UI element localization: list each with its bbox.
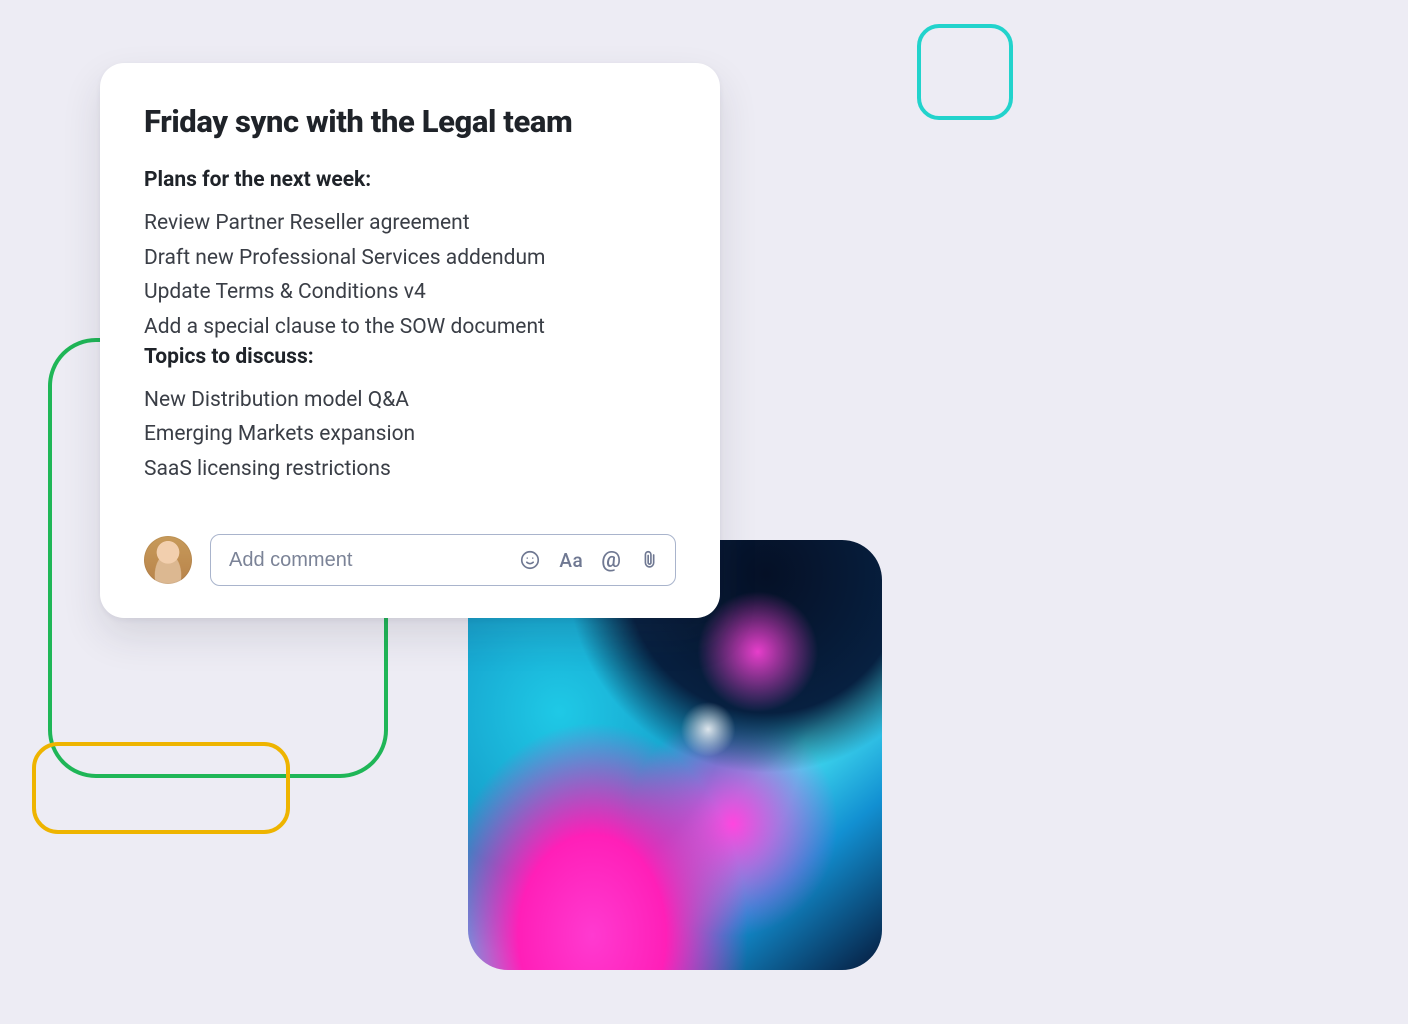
note-section-topics: Topics to discuss: New Distribution mode… [144, 345, 676, 487]
note-section-plans: Plans for the next week: Review Partner … [144, 168, 676, 345]
mention-icon[interactable]: @ [601, 548, 621, 573]
list-item: Add a special clause to the SOW document [144, 310, 676, 345]
list-item: Emerging Markets expansion [144, 417, 676, 452]
avatar [144, 536, 192, 584]
list-item: Draft new Professional Services addendum [144, 241, 676, 276]
comment-box[interactable]: Aa @ [210, 534, 676, 586]
note-list: Review Partner Reseller agreement Draft … [144, 206, 676, 345]
note-list: New Distribution model Q&A Emerging Mark… [144, 383, 676, 487]
decorative-yellow-rect [32, 742, 290, 834]
comment-row: Aa @ [144, 534, 676, 586]
emoji-icon[interactable] [519, 549, 541, 571]
note-title: Friday sync with the Legal team [144, 103, 676, 140]
note-subheading: Topics to discuss: [144, 345, 676, 369]
list-item: New Distribution model Q&A [144, 383, 676, 418]
note-card: Friday sync with the Legal team Plans fo… [100, 63, 720, 618]
list-item: Review Partner Reseller agreement [144, 206, 676, 241]
comment-actions: Aa @ [519, 548, 661, 573]
list-item: SaaS licensing restrictions [144, 452, 676, 487]
decorative-teal-square [917, 24, 1013, 120]
list-item: Update Terms & Conditions v4 [144, 275, 676, 310]
format-text-icon[interactable]: Aa [559, 549, 583, 572]
note-subheading: Plans for the next week: [144, 168, 676, 192]
comment-input[interactable] [229, 549, 509, 572]
attachment-icon[interactable] [639, 549, 661, 571]
